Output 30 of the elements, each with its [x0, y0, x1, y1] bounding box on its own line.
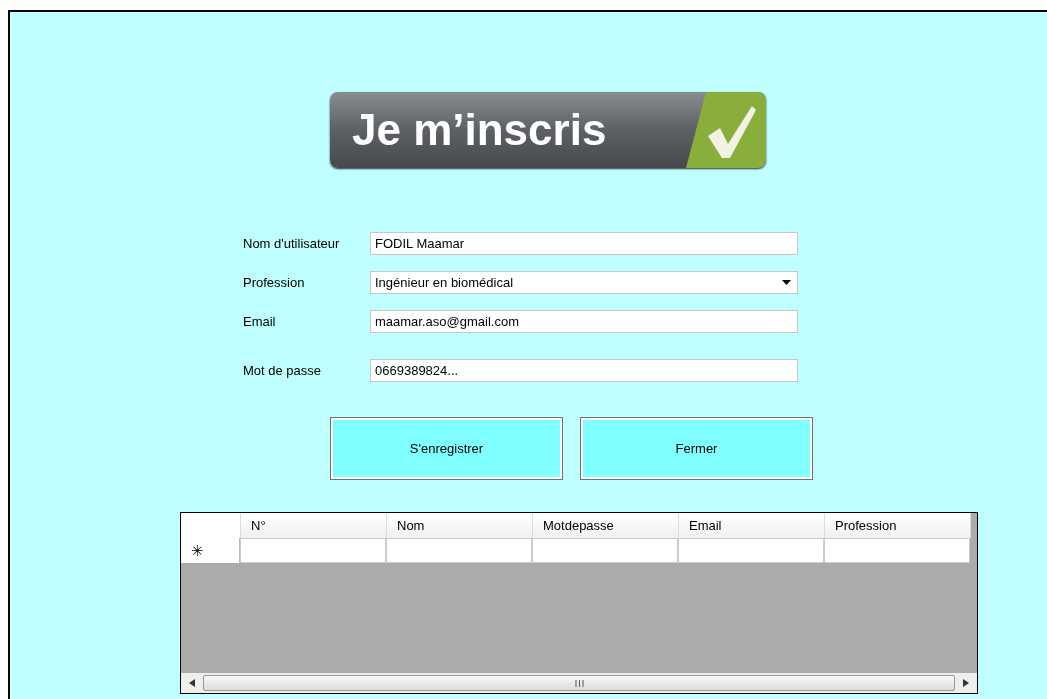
table-cell[interactable] — [678, 538, 824, 563]
header-corner-cell[interactable] — [181, 513, 241, 538]
column-header[interactable]: Nom — [387, 513, 533, 538]
grip-icon — [574, 679, 584, 687]
new-row-marker: ✳ — [181, 538, 240, 563]
column-header[interactable]: Email — [679, 513, 825, 538]
field-label: Mot de passe — [243, 363, 323, 378]
table-cell[interactable] — [240, 538, 386, 563]
input-field[interactable]: maamar.aso@gmail.com — [370, 310, 798, 333]
column-header[interactable]: Profession — [825, 513, 971, 538]
horizontal-scrollbar[interactable] — [181, 673, 977, 693]
field-label: Nom d'utilisateur — [243, 236, 341, 251]
scrollbar-thumb[interactable] — [203, 675, 955, 691]
form-button[interactable]: S'enregistrer — [330, 417, 563, 480]
table-cell[interactable] — [386, 538, 532, 563]
table-cell[interactable] — [824, 538, 970, 563]
scroll-left-icon[interactable] — [189, 679, 195, 687]
column-header[interactable]: Motdepasse — [533, 513, 679, 538]
form-button[interactable]: Fermer — [580, 417, 813, 480]
column-header[interactable]: N° — [241, 513, 387, 538]
field-label: Profession — [243, 275, 306, 290]
input-field[interactable]: 0669389824... — [370, 359, 798, 382]
checkmark-icon — [686, 92, 766, 168]
dropdown-arrow-icon — [782, 280, 791, 285]
scroll-right-icon[interactable] — [963, 679, 969, 687]
logo-text: Je m’inscris — [351, 104, 608, 156]
table-cell[interactable] — [532, 538, 678, 563]
profession-dropdown[interactable]: Ingénieur en biomédical — [370, 271, 798, 294]
input-field[interactable]: FODIL Maamar — [370, 232, 798, 255]
field-label: Email — [243, 314, 277, 329]
